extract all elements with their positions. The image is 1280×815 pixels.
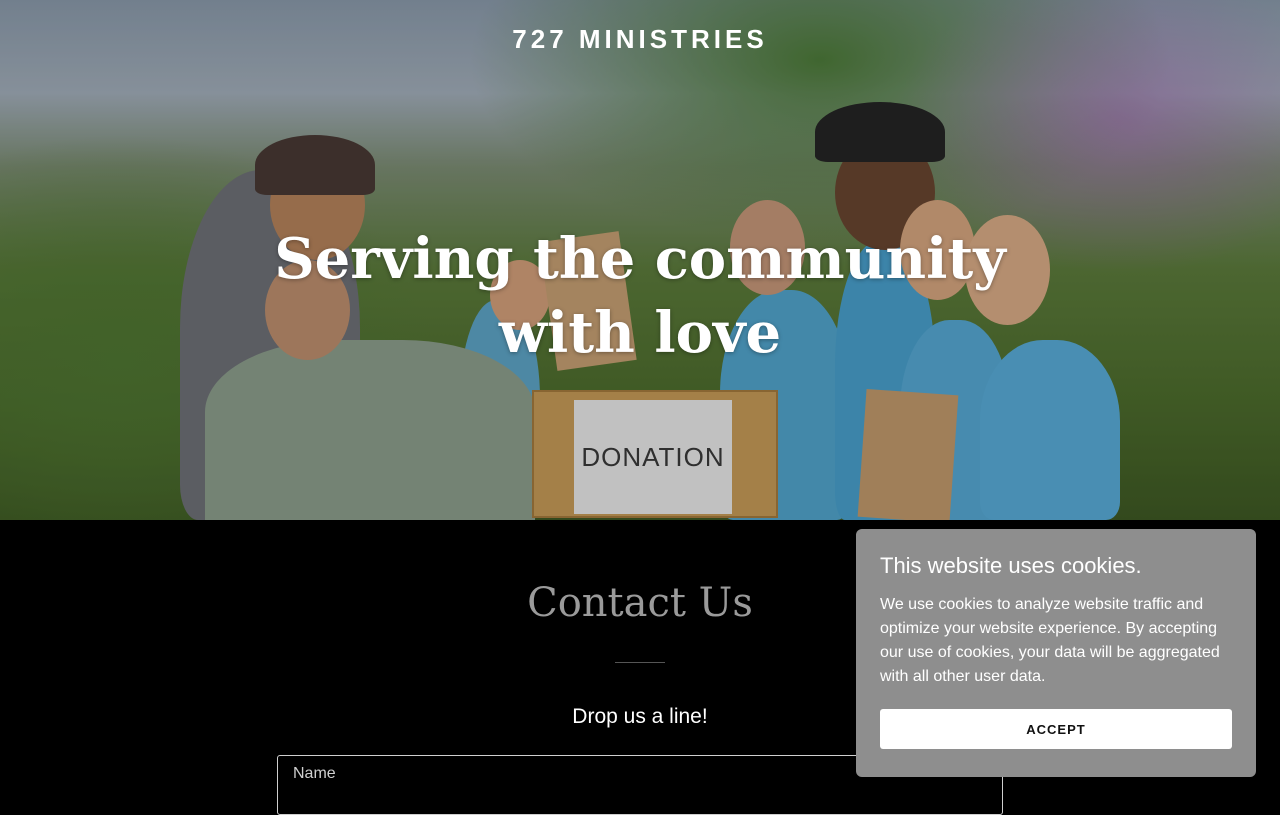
accept-cookies-button[interactable]: ACCEPT <box>880 709 1232 749</box>
hero-section: DONATION 727 MINISTRIES Serving the comm… <box>0 0 1280 520</box>
cookie-banner: This website uses cookies. We use cookie… <box>856 529 1256 777</box>
section-divider <box>615 662 665 663</box>
cookie-banner-text: We use cookies to analyze website traffi… <box>880 596 1220 685</box>
hero-headline: Serving the community with love <box>274 226 1006 366</box>
cookie-banner-title: This website uses cookies. <box>880 553 1142 578</box>
site-brand[interactable]: 727 MINISTRIES <box>0 24 1280 55</box>
